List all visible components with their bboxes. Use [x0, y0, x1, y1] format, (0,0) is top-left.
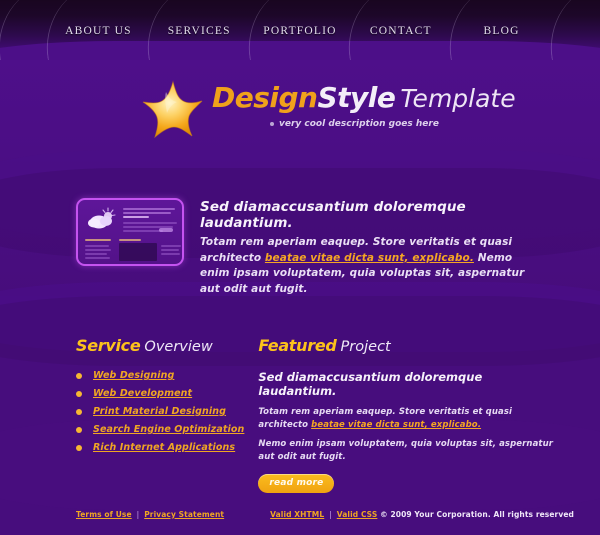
- footer-legal-links: Terms of Use | Privacy Statement: [76, 510, 224, 519]
- list-item[interactable]: Web Development: [76, 388, 244, 399]
- cloud-sun-icon: [88, 207, 116, 229]
- service-overview-column: Service Overview Web Designing Web Develo…: [76, 336, 244, 493]
- intro-text-block: Sed diamaccusantium doloremque laudantiu…: [200, 198, 544, 297]
- featured-project-column: Featured Project Sed diamaccusantium dolo…: [258, 336, 556, 493]
- list-item[interactable]: Rich Internet Applications: [76, 442, 244, 453]
- footer-separator: |: [329, 509, 332, 519]
- logo-word-template: Template: [400, 84, 516, 113]
- logo-tagline-text: very cool description goes here: [279, 119, 439, 129]
- page-root: ABOUT US SERVICES PORTFOLIO CONTACT BLOG: [0, 0, 600, 535]
- bullet-icon: [76, 444, 82, 451]
- nav-item-contact[interactable]: CONTACT: [339, 0, 479, 60]
- thumbnail-mini-button: [159, 228, 173, 232]
- bullet-icon: [76, 408, 82, 415]
- nav-link-label[interactable]: CONTACT: [370, 25, 432, 37]
- nav-link-label[interactable]: PORTFOLIO: [263, 25, 336, 37]
- footer-link-valid-xhtml[interactable]: Valid XHTML: [270, 510, 324, 519]
- intro-section: Sed diamaccusantium doloremque laudantiu…: [76, 198, 544, 297]
- thumbnail-inner: [81, 203, 181, 261]
- bullet-icon: [76, 426, 82, 433]
- logo-title: DesignStyle Template: [212, 82, 516, 115]
- footer-validation-links: Valid XHTML | Valid CSS: [270, 510, 377, 519]
- nav-item-services[interactable]: SERVICES: [138, 0, 278, 60]
- heading-light-word: Project: [340, 339, 391, 355]
- nav-spacer-left: [0, 0, 129, 60]
- heading-bold-word: Featured: [258, 336, 337, 355]
- heading-light-word: Overview: [144, 339, 213, 355]
- nav-link-label[interactable]: ABOUT US: [65, 25, 132, 37]
- site-footer: Terms of Use | Privacy Statement Valid X…: [0, 493, 600, 535]
- content-columns: Service Overview Web Designing Web Develo…: [76, 336, 556, 493]
- footer-copyright-text: © 2009 Your Corporation. All rights rese…: [380, 509, 574, 519]
- nav-item-portfolio[interactable]: PORTFOLIO: [239, 0, 379, 60]
- logo-tagline: very cool description goes here: [270, 119, 516, 129]
- footer-inner: Terms of Use | Privacy Statement Valid X…: [0, 510, 600, 519]
- featured-para1-link[interactable]: beatae vitae dicta sunt, explicabo.: [311, 420, 481, 430]
- featured-paragraph-1: Totam rem aperiam eaquep. Store veritati…: [258, 406, 556, 432]
- logo-word-design: Design: [212, 81, 318, 114]
- footer-copyright: © 2009 Your Corporation. All rights rese…: [380, 510, 574, 519]
- intro-body: Totam rem aperiam eaquep. Store veritati…: [200, 235, 544, 297]
- intro-body-link[interactable]: beatae vitae dicta sunt, explicabo.: [265, 252, 474, 264]
- service-list: Web Designing Web Development Print Mate…: [76, 370, 244, 453]
- service-overview-heading: Service Overview: [76, 336, 244, 357]
- featured-paragraph-2: Nemo enim ipsam voluptatem, quia volupta…: [258, 439, 554, 462]
- list-item[interactable]: Print Material Designing: [76, 406, 244, 417]
- footer-link-privacy-statement[interactable]: Privacy Statement: [144, 510, 224, 519]
- logo-word-style: Style: [317, 81, 396, 114]
- nav-link-label[interactable]: BLOG: [484, 25, 520, 37]
- service-link-label[interactable]: Search Engine Optimization: [93, 424, 244, 435]
- footer-separator: |: [136, 509, 140, 519]
- featured-project-heading: Featured Project: [258, 336, 556, 357]
- service-link-label[interactable]: Rich Internet Applications: [93, 442, 235, 453]
- logo-text-block: DesignStyle Template very cool descriptio…: [212, 78, 516, 130]
- bullet-dot-icon: [270, 121, 274, 126]
- site-logo[interactable]: DesignStyle Template very cool descriptio…: [142, 78, 516, 140]
- website-preview-thumbnail[interactable]: [76, 198, 184, 266]
- service-link-label[interactable]: Web Designing: [93, 370, 174, 381]
- read-more-button[interactable]: read more: [258, 474, 335, 493]
- featured-subheading: Sed diamaccusantium doloremque laudantiu…: [258, 370, 483, 398]
- footer-link-terms-of-use[interactable]: Terms of Use: [76, 510, 132, 519]
- site-header: ABOUT US SERVICES PORTFOLIO CONTACT BLOG: [0, 0, 600, 60]
- nav-link-label[interactable]: SERVICES: [168, 25, 231, 37]
- service-link-label[interactable]: Web Development: [93, 388, 192, 399]
- intro-heading: Sed diamaccusantium doloremque laudantiu…: [200, 199, 466, 231]
- star-icon: [142, 80, 203, 138]
- nav-spacer-right: [541, 0, 600, 60]
- bullet-icon: [76, 372, 82, 379]
- bullet-icon: [76, 390, 82, 397]
- footer-link-valid-css[interactable]: Valid CSS: [337, 510, 378, 519]
- list-item[interactable]: Web Designing: [76, 370, 244, 381]
- nav-item-blog[interactable]: BLOG: [440, 0, 580, 60]
- list-item[interactable]: Search Engine Optimization: [76, 424, 244, 435]
- nav-item-about-us[interactable]: ABOUT US: [37, 0, 177, 60]
- heading-bold-word: Service: [76, 336, 141, 355]
- thumbnail-dark-panel: [119, 243, 157, 261]
- service-link-label[interactable]: Print Material Designing: [93, 406, 226, 417]
- main-navigation: ABOUT US SERVICES PORTFOLIO CONTACT BLOG: [0, 0, 600, 60]
